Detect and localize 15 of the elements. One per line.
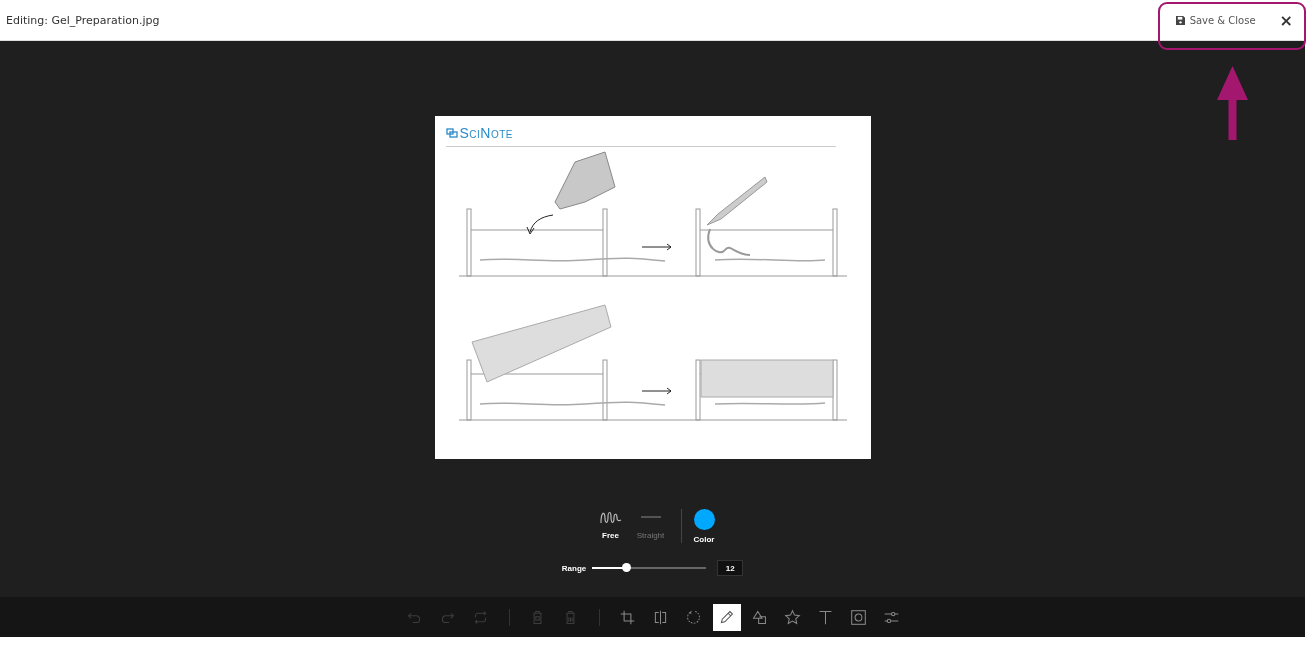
draw-tool-button[interactable] xyxy=(712,603,741,631)
close-button[interactable]: × xyxy=(1275,10,1297,30)
range-value-field[interactable]: 12 xyxy=(717,560,744,576)
save-close-button[interactable]: Save & Close xyxy=(1171,10,1260,30)
color-label: Color xyxy=(693,535,715,544)
window-title: Editing: Gel_Preparation.jpg xyxy=(6,13,161,27)
range-label: Range xyxy=(561,563,587,573)
annotation-arrow-icon xyxy=(1217,66,1248,140)
logo-icon xyxy=(445,128,458,138)
line-icon xyxy=(639,516,662,518)
straight-draw-mode[interactable]: Straight xyxy=(630,509,671,540)
wave-icon xyxy=(599,509,622,525)
color-swatch[interactable] xyxy=(693,509,715,530)
logo-text: SciNote xyxy=(459,125,513,141)
free-draw-mode[interactable]: Free xyxy=(590,509,631,540)
